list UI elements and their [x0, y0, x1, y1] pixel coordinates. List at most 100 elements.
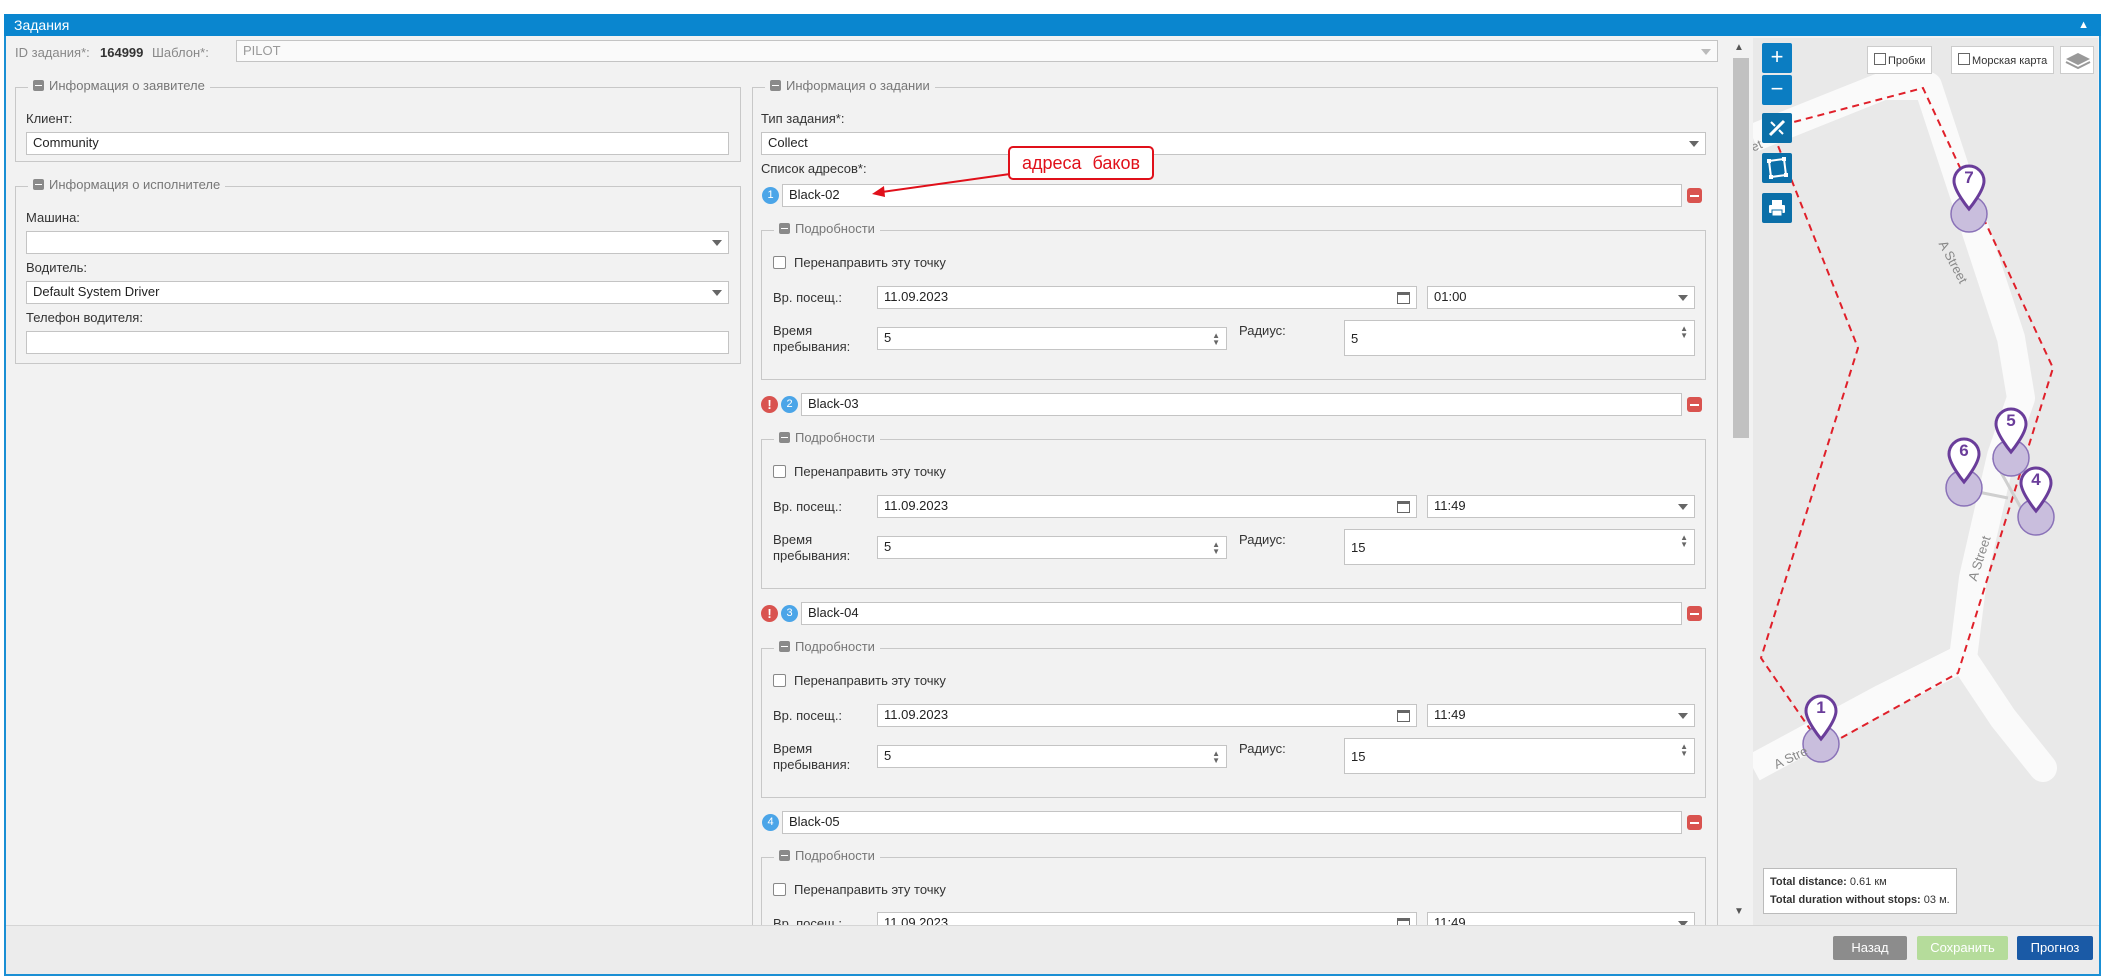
visit-time-select[interactable]: 11:49: [1427, 495, 1695, 518]
details-legend[interactable]: Подробности: [774, 639, 880, 655]
visit-date-input[interactable]: 11.09.2023: [877, 704, 1417, 727]
stop-address-input[interactable]: Black-04: [801, 602, 1682, 625]
stop-number-badge: 3: [781, 605, 798, 622]
remove-stop-button[interactable]: [1687, 606, 1702, 621]
stay-time-stepper[interactable]: 5 ▲ ▼: [877, 327, 1227, 350]
total-distance-label: Total distance:: [1770, 876, 1847, 888]
vehicle-label: Машина:: [26, 210, 80, 225]
map-marker[interactable]: 6: [1946, 437, 1982, 487]
stop-number-badge: 2: [781, 396, 798, 413]
route-stats: Total distance: 0.61 км Total duration w…: [1763, 868, 1957, 914]
redirect-checkbox[interactable]: [773, 256, 786, 269]
spinner-icon[interactable]: ▲ ▼: [1680, 325, 1688, 340]
visit-time-select[interactable]: 11:49: [1427, 912, 1695, 925]
forecast-button[interactable]: Прогноз: [2017, 936, 2093, 960]
spinner-icon[interactable]: ▲ ▼: [1680, 743, 1688, 758]
draw-polygon-button[interactable]: [1762, 153, 1792, 183]
radius-stepper[interactable]: 5 ▲ ▼: [1344, 320, 1695, 356]
task-type-select[interactable]: Collect: [761, 132, 1706, 155]
zoom-in-button[interactable]: +: [1762, 43, 1792, 73]
map-marker[interactable]: 1: [1803, 694, 1839, 744]
remove-stop-button[interactable]: [1687, 815, 1702, 830]
spinner-icon[interactable]: ▲ ▼: [1212, 541, 1220, 556]
collapse-minus-icon[interactable]: [779, 641, 790, 652]
scrollbar-thumb[interactable]: [1733, 58, 1749, 438]
route-map[interactable]: et A Street A Street A Stre 1 4 5 6 7 + …: [1753, 38, 2098, 925]
scroll-down-icon[interactable]: ▼: [1734, 906, 1744, 917]
visit-date-input[interactable]: 11.09.2023: [877, 912, 1417, 925]
visit-date-input[interactable]: 11.09.2023: [877, 286, 1417, 309]
calendar-icon[interactable]: [1397, 918, 1410, 925]
collapse-minus-icon[interactable]: [779, 432, 790, 443]
polygon-icon: [1767, 157, 1788, 179]
chevron-down-icon: [1678, 713, 1688, 719]
driver-select[interactable]: Default System Driver: [26, 281, 729, 304]
radius-label: Радиус:: [1239, 532, 1286, 547]
task-info-legend[interactable]: Информация о задании: [765, 78, 935, 94]
driver-value: Default System Driver: [33, 284, 160, 299]
redirect-label: Перенаправить эту точку: [794, 673, 946, 688]
stay-time-label: Время пребывания:: [773, 323, 851, 354]
details-legend[interactable]: Подробности: [774, 848, 880, 864]
visit-time-select[interactable]: 11:49: [1427, 704, 1695, 727]
spinner-icon[interactable]: ▲ ▼: [1212, 332, 1220, 347]
map-marker[interactable]: 4: [2018, 466, 2054, 516]
task-id-label: ID задания*:: [15, 45, 90, 60]
template-select[interactable]: PILOT: [236, 40, 1718, 62]
calendar-icon[interactable]: [1397, 501, 1410, 513]
redirect-checkbox[interactable]: [773, 465, 786, 478]
collapse-minus-icon[interactable]: [779, 850, 790, 861]
spinner-icon[interactable]: ▲ ▼: [1680, 534, 1688, 549]
calendar-icon[interactable]: [1397, 292, 1410, 304]
details-legend[interactable]: Подробности: [774, 221, 880, 237]
stop-4-visit-row-clipped: Вр. посещ.: 11.09.2023 11:49: [761, 908, 1721, 925]
stay-time-stepper[interactable]: 5 ▲ ▼: [877, 536, 1227, 559]
stay-time-stepper[interactable]: 5 ▲ ▼: [877, 745, 1227, 768]
collapse-minus-icon[interactable]: [33, 179, 44, 190]
footer-bar: [6, 925, 2099, 974]
stop-address-input[interactable]: Black-05: [782, 811, 1682, 834]
task-type-value: Collect: [768, 135, 808, 150]
stop-address-input[interactable]: Black-03: [801, 393, 1682, 416]
map-marker[interactable]: 5: [1993, 407, 2029, 457]
visit-date-input[interactable]: 11.09.2023: [877, 495, 1417, 518]
collapse-minus-icon[interactable]: [779, 223, 790, 234]
zoom-out-button[interactable]: −: [1762, 75, 1792, 105]
printer-icon: [1769, 200, 1785, 217]
sea-map-toggle[interactable]: Морская карта: [1951, 46, 2055, 74]
vehicle-select[interactable]: [26, 231, 729, 254]
visit-time-select[interactable]: 01:00: [1427, 286, 1695, 309]
traffic-toggle[interactable]: Пробки: [1867, 46, 1933, 74]
visit-time-label: Вр. посещ.:: [773, 499, 843, 514]
radius-stepper[interactable]: 15 ▲ ▼: [1344, 529, 1695, 565]
redirect-checkbox[interactable]: [773, 883, 786, 896]
collapse-minus-icon[interactable]: [770, 80, 781, 91]
client-input[interactable]: Community: [26, 132, 729, 155]
collapse-minus-icon[interactable]: [33, 80, 44, 91]
window-title: Задания: [14, 17, 70, 33]
redirect-checkbox[interactable]: [773, 674, 786, 687]
scroll-up-icon[interactable]: ▲: [1734, 42, 1744, 53]
remove-stop-button[interactable]: [1687, 188, 1702, 203]
radius-label: Радиус:: [1239, 741, 1286, 756]
template-label: Шаблон*:: [152, 45, 209, 60]
map-marker[interactable]: 7: [1951, 164, 1987, 214]
layers-button[interactable]: [2060, 46, 2094, 74]
collapse-icon[interactable]: ▲: [2078, 14, 2089, 36]
details-legend[interactable]: Подробности: [774, 430, 880, 446]
radius-stepper[interactable]: 15 ▲ ▼: [1344, 738, 1695, 774]
spinner-icon[interactable]: ▲ ▼: [1212, 750, 1220, 765]
requester-legend[interactable]: Информация о заявителе: [28, 78, 210, 94]
executor-legend[interactable]: Информация о исполнителе: [28, 177, 226, 193]
print-button[interactable]: [1762, 193, 1792, 223]
redirect-label: Перенаправить эту точку: [794, 882, 946, 897]
save-button[interactable]: Сохранить: [1917, 936, 2008, 960]
ruler-icon: [1768, 119, 1786, 137]
back-button[interactable]: Назад: [1833, 936, 1907, 960]
measure-tool-button[interactable]: [1762, 113, 1792, 143]
redirect-label: Перенаправить эту точку: [794, 464, 946, 479]
calendar-icon[interactable]: [1397, 710, 1410, 722]
remove-stop-button[interactable]: [1687, 397, 1702, 412]
warning-icon: !: [761, 396, 778, 413]
driver-phone-input[interactable]: [26, 331, 729, 354]
